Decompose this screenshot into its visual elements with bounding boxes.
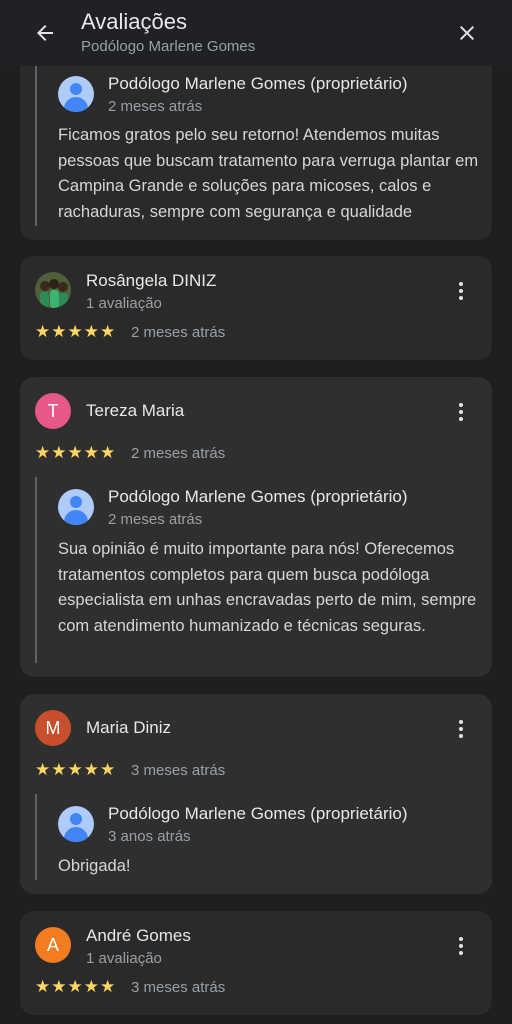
review-card: M Maria Diniz ★★★★★ 3 meses atrás Podólo… [20,694,492,894]
reply-date: 2 meses atrás [108,511,203,528]
rating-stars: ★★★★★ [35,977,117,996]
author-name[interactable]: Maria Diniz [86,718,171,738]
arrow-back-icon [37,25,53,41]
author-avatar-photo[interactable] [35,272,71,308]
author-name[interactable]: Tereza Maria [86,401,184,421]
avatar-photo-image [35,272,71,308]
review-card: A André Gomes 1 avaliação ★★★★★ 3 meses … [20,911,492,1015]
review-date: 2 meses atrás [131,445,226,462]
author-name[interactable]: André Gomes [86,926,191,946]
more-options-button[interactable] [451,398,471,426]
review-card: T Tereza Maria ★★★★★ 2 meses atrás Podól… [20,377,492,677]
reply-text: Obrigada! [58,857,131,875]
review-card: Podólogo Marlene Gomes (proprietário) 2 … [20,40,492,240]
author-review-count: 1 avaliação [86,950,162,967]
reply-text: Sua opinião é muito importante para nós!… [58,540,477,635]
author-review-count: 1 avaliação [86,295,162,312]
more-options-button[interactable] [451,277,471,305]
author-avatar[interactable]: T [35,393,71,429]
owner-avatar [58,489,94,525]
author-avatar[interactable]: M [35,710,71,746]
rating-stars: ★★★★★ [35,760,117,779]
author-avatar[interactable]: A [35,927,71,963]
rating-stars: ★★★★★ [35,322,117,341]
reply-date: 2 meses atrás [108,98,203,115]
reply-divider [35,60,37,226]
review-date: 3 meses atrás [131,979,226,996]
page-title: Avaliações [81,9,187,34]
reply-owner-name: Podólogo Marlene Gomes (proprietário) [108,487,408,506]
reply-date: 3 anos atrás [108,828,191,845]
reply-owner-name: Podólogo Marlene Gomes (proprietário) [108,74,408,93]
owner-avatar [58,806,94,842]
reply-divider [35,794,37,880]
more-options-button[interactable] [451,932,471,960]
author-name[interactable]: Rosângela DINIZ [86,271,216,291]
more-options-button[interactable] [451,715,471,743]
review-date: 2 meses atrás [131,324,226,341]
owner-avatar [58,76,94,112]
close-icon [460,26,474,40]
page-subtitle: Podólogo Marlene Gomes [81,38,256,55]
close-button[interactable] [452,18,482,48]
reply-owner-name: Podólogo Marlene Gomes (proprietário) [108,804,408,823]
review-date: 3 meses atrás [131,762,226,779]
reply-divider [35,477,37,663]
rating-stars: ★★★★★ [35,443,117,462]
app-header: Avaliações Podólogo Marlene Gomes [0,0,512,66]
reviews-feed[interactable]: Podólogo Marlene Gomes (proprietário) 2 … [0,0,512,1024]
review-card: Rosângela DINIZ 1 avaliação ★★★★★ 2 mese… [20,256,492,360]
back-button[interactable] [30,18,60,48]
reply-text: Ficamos gratos pelo seu retorno! Atendem… [58,126,479,221]
